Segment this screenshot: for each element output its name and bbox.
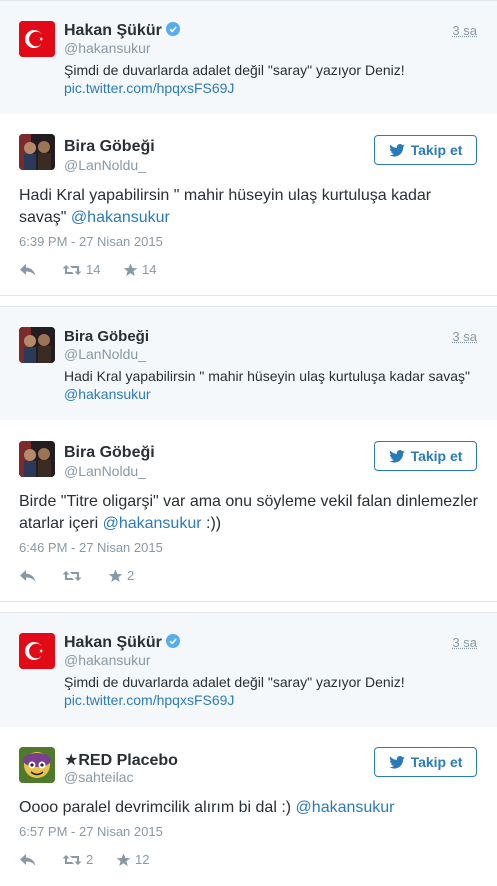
tweet-text: Hadi Kral yapabilirsin " mahir hüseyin u… <box>19 185 479 229</box>
author-name-text[interactable]: Hakan Şükür <box>64 22 162 39</box>
favorite-count: 14 <box>142 262 157 277</box>
author-name[interactable]: ★RED Placebo <box>64 750 178 770</box>
author-handle[interactable]: @hakansukur <box>64 40 151 56</box>
author-handle[interactable]: @LanNoldu_ <box>64 346 146 362</box>
follow-button[interactable]: Takip et <box>374 441 477 471</box>
author-name[interactable]: Hakan Şükür <box>64 22 180 40</box>
turkish-flag-icon <box>19 21 55 57</box>
pic-link[interactable]: pic.twitter.com/hpqxsFS69J <box>64 80 234 96</box>
reply-button[interactable] <box>19 568 37 586</box>
author-name[interactable]: Bira Göbeği <box>64 328 149 345</box>
verified-badge-icon <box>165 22 180 36</box>
verified-badge-icon <box>165 634 180 648</box>
mention-link[interactable]: @hakansukur <box>71 209 170 226</box>
avatar-red-placebo[interactable] <box>19 747 55 783</box>
follow-label: Takip et <box>410 142 463 158</box>
reply-icon <box>20 854 36 866</box>
mention-link[interactable]: @hakansukur <box>64 386 151 402</box>
reply-icon <box>20 264 36 276</box>
tweet-text-suffix: :)) <box>201 515 222 532</box>
reply-button[interactable] <box>19 262 37 280</box>
retweet-icon <box>62 265 82 275</box>
author-name[interactable]: Bira Göbeği <box>64 138 155 156</box>
tweet-text: Birde "Titre oligarşi" var ama onu söyle… <box>19 491 479 535</box>
mention-link[interactable]: @hakansukur <box>103 515 202 532</box>
tweet-time[interactable]: 3 sa <box>452 329 477 344</box>
quoted-text: Hadi Kral yapabilirsin " mahir hüseyin u… <box>64 368 471 384</box>
mention-link[interactable]: @hakansukur <box>296 799 395 816</box>
profile-photo-icon <box>19 327 55 363</box>
tweet-timestamp[interactable]: 6:39 PM - 27 Nisan 2015 <box>19 234 163 249</box>
quoted-tweet-hakansukur[interactable]: Hakan Şükür @hakansukur 3 sa Şimdi de du… <box>0 0 497 114</box>
divider <box>0 601 497 602</box>
twitter-bird-icon <box>388 755 405 769</box>
tweet-text-body: Oooo paralel devrimcilik alırım bi dal :… <box>19 799 296 816</box>
retweet-icon <box>62 855 82 865</box>
reply-icon <box>20 570 36 582</box>
author-handle[interactable]: @sahteilac <box>64 769 133 785</box>
tweet-time[interactable]: 3 sa <box>452 23 477 38</box>
tweet-bira-gobegi-2: Bira Göbeği @LanNoldu_ Takip et Birde "T… <box>0 420 497 601</box>
tweet-time[interactable]: 3 sa <box>452 635 477 650</box>
reply-button[interactable] <box>19 852 37 870</box>
follow-label: Takip et <box>410 754 463 770</box>
divider <box>0 295 497 296</box>
follow-button[interactable]: Takip et <box>374 747 477 777</box>
turkish-flag-icon <box>19 633 55 669</box>
follow-label: Takip et <box>410 448 463 464</box>
author-handle[interactable]: @LanNoldu_ <box>64 157 146 173</box>
retweet-button[interactable]: 2 <box>62 852 93 870</box>
retweet-count: 2 <box>86 852 94 867</box>
favorite-count: 2 <box>127 568 135 583</box>
retweet-icon <box>62 571 82 581</box>
profile-photo-icon <box>19 747 55 783</box>
retweet-count: 14 <box>86 262 101 277</box>
avatar-bira-gobegi[interactable] <box>19 134 55 170</box>
quoted-tweet-lannoldu[interactable]: Bira Göbeği @LanNoldu_ 3 sa Hadi Kral ya… <box>0 306 497 420</box>
author-name[interactable]: Hakan Şükür <box>64 634 180 652</box>
tweet-bira-gobegi-1: Bira Göbeği @LanNoldu_ Takip et Hadi Kra… <box>0 114 497 295</box>
avatar-turkish-flag[interactable] <box>19 21 55 57</box>
tweet-text: Oooo paralel devrimcilik alırım bi dal :… <box>19 797 479 819</box>
twitter-bird-icon <box>388 449 405 463</box>
star-icon <box>123 263 138 276</box>
tweet-text-body: Birde "Titre oligarşi" var ama onu söyle… <box>19 493 478 532</box>
tweet-actions: 14 14 <box>19 262 219 280</box>
retweet-button[interactable]: 14 <box>62 262 100 280</box>
avatar-turkish-flag[interactable] <box>19 633 55 669</box>
favorite-button[interactable]: 2 <box>108 568 134 586</box>
quoted-tweet-hakansukur-2[interactable]: Hakan Şükür @hakansukur 3 sa Şimdi de du… <box>0 612 497 727</box>
avatar-bira-gobegi[interactable] <box>19 441 55 477</box>
tweet-red-placebo: ★RED Placebo @sahteilac Takip et Oooo pa… <box>0 727 497 886</box>
follow-button[interactable]: Takip et <box>374 135 477 165</box>
author-name[interactable]: Bira Göbeği <box>64 444 155 462</box>
star-icon <box>116 853 131 866</box>
star-icon <box>108 569 123 582</box>
tweet-actions: 2 12 <box>19 852 219 870</box>
twitter-bird-icon <box>388 143 405 157</box>
tweet-actions: 2 <box>19 568 219 586</box>
quoted-text: Şimdi de duvarlarda adalet değil "saray"… <box>64 674 405 690</box>
favorite-button[interactable]: 14 <box>123 262 156 280</box>
favorite-button[interactable]: 12 <box>116 852 149 870</box>
retweet-button[interactable] <box>62 568 86 586</box>
favorite-count: 12 <box>135 852 150 867</box>
tweet-timestamp[interactable]: 6:46 PM - 27 Nisan 2015 <box>19 540 163 555</box>
author-handle[interactable]: @LanNoldu_ <box>64 463 146 479</box>
pic-link[interactable]: pic.twitter.com/hpqxsFS69J <box>64 692 234 708</box>
avatar-bira-gobegi[interactable] <box>19 327 55 363</box>
profile-photo-icon <box>19 134 55 170</box>
quoted-text: Şimdi de duvarlarda adalet değil "saray"… <box>64 62 405 78</box>
author-handle[interactable]: @hakansukur <box>64 652 151 668</box>
author-name-text[interactable]: Hakan Şükür <box>64 634 162 651</box>
tweet-timestamp[interactable]: 6:57 PM - 27 Nisan 2015 <box>19 824 163 839</box>
profile-photo-icon <box>19 441 55 477</box>
